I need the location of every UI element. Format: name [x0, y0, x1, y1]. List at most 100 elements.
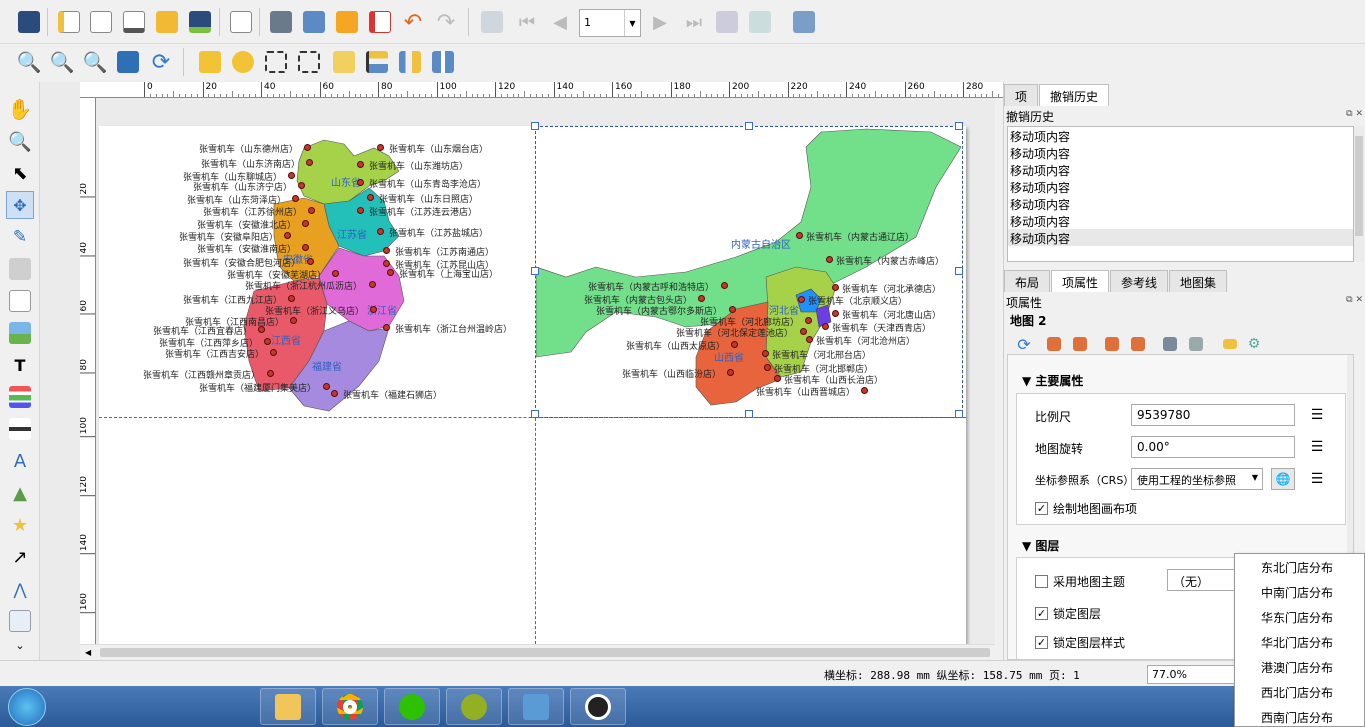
data-defined-icon[interactable]: ☰ — [1305, 436, 1329, 458]
theme-option[interactable]: 西北门店分布 — [1235, 679, 1364, 704]
next-feature-icon[interactable]: ▶ — [646, 8, 674, 36]
add-picture-icon[interactable] — [6, 319, 34, 347]
layout-manager-icon[interactable] — [120, 8, 148, 36]
lock-styles-checkbox[interactable]: ✓ — [1035, 636, 1048, 649]
more-tools-icon[interactable]: ⌄ — [6, 635, 34, 655]
export-image-icon[interactable] — [300, 8, 328, 36]
tab-item-properties[interactable]: 项属性 — [1051, 270, 1110, 292]
rotation-spinbox[interactable]: 0.00° — [1131, 436, 1295, 458]
add-node-icon[interactable]: ⋀ — [6, 575, 34, 603]
map-item-2[interactable]: 内蒙古自治区 河北省 山西省 张雪机车（内蒙古通辽店） 张雪机车（内蒙古赤峰店）张… — [531, 122, 963, 418]
scale-input[interactable]: 9539780 — [1131, 404, 1295, 426]
use-theme-checkbox[interactable] — [1035, 575, 1048, 588]
add-arrow-icon[interactable]: ↗ — [6, 543, 34, 571]
settings-icon[interactable] — [1184, 332, 1208, 356]
zoom-out-icon[interactable]: 🔍 — [48, 48, 76, 76]
add-html-icon[interactable] — [6, 607, 34, 635]
resize-icon[interactable] — [429, 48, 457, 76]
scroll-thumb[interactable] — [1355, 136, 1363, 236]
history-item[interactable]: 移动项内容 — [1008, 127, 1353, 144]
history-item[interactable]: 移动项内容 — [1008, 212, 1353, 229]
panel-controls[interactable]: ⧉ ✕ — [1346, 109, 1363, 119]
bookmark-icon[interactable] — [1100, 332, 1124, 356]
history-item[interactable]: 移动项内容 — [1008, 161, 1353, 178]
undo-icon[interactable]: ↶ — [399, 8, 427, 36]
add-legend-icon[interactable] — [6, 383, 34, 411]
ungroup-icon[interactable] — [295, 48, 323, 76]
print-icon[interactable] — [267, 8, 295, 36]
move-content-icon[interactable]: ✥ — [6, 191, 34, 219]
prev-feature-icon[interactable]: ◀ — [546, 8, 574, 36]
tab-guides[interactable]: 参考线 — [1110, 270, 1169, 292]
resize-handle[interactable] — [955, 122, 963, 130]
tab-atlas[interactable]: 地图集 — [1169, 270, 1228, 292]
data-defined-icon[interactable]: ☰ — [1305, 468, 1329, 490]
history-item[interactable]: 移动项内容 — [1008, 229, 1353, 246]
gear-icon[interactable]: ⚙ — [1242, 332, 1266, 356]
theme-option[interactable]: 东北门店分布 — [1235, 554, 1364, 579]
add-scalebar-icon[interactable] — [6, 415, 34, 443]
chevron-down-icon[interactable]: ▼ — [624, 10, 640, 36]
layout-canvas[interactable]: 0204060801001201401601802002202402602803… — [40, 82, 1024, 660]
resize-handle[interactable] — [745, 122, 753, 130]
align-icon[interactable] — [363, 48, 391, 76]
tab-layout[interactable]: 布局 — [1004, 270, 1051, 292]
qq-icon[interactable] — [570, 688, 626, 725]
add-3d-icon[interactable] — [6, 255, 34, 283]
undo-history-list[interactable]: 移动项内容 移动项内容 移动项内容 移动项内容 移动项内容 移动项内容 移动项内容 — [1007, 126, 1354, 262]
add-north-arrow-icon[interactable]: A — [6, 447, 34, 475]
select-icon[interactable]: ⬉ — [6, 159, 34, 187]
chrome-icon[interactable] — [322, 688, 378, 725]
resize-handle[interactable] — [531, 122, 539, 130]
save-icon[interactable] — [15, 8, 43, 36]
theme-option[interactable]: 港澳门店分布 — [1235, 654, 1364, 679]
new-layout-icon[interactable] — [55, 8, 83, 36]
tab-items[interactable]: 项 — [1004, 84, 1039, 106]
export-atlas-icon[interactable] — [746, 8, 774, 36]
atlas-settings-icon[interactable] — [790, 8, 818, 36]
open-template-icon[interactable] — [153, 8, 181, 36]
theme-dropdown-list[interactable]: 东北门店分布 中南门店分布 华东门店分布 华北门店分布 港澳门店分布 西北门店分布 西南门店… — [1234, 553, 1365, 727]
export-svg-icon[interactable] — [333, 8, 361, 36]
layers-icon[interactable] — [1158, 332, 1182, 356]
refresh-icon[interactable]: ⟳ — [1012, 332, 1036, 356]
add-marker-icon[interactable]: ★ — [6, 511, 34, 539]
print-atlas-icon[interactable] — [713, 8, 741, 36]
data-defined-icon[interactable]: ☰ — [1305, 404, 1329, 426]
save-template-icon[interactable] — [186, 8, 214, 36]
add-label-icon[interactable]: T — [6, 351, 34, 379]
file-explorer-icon[interactable] — [260, 688, 316, 725]
guide-line[interactable] — [99, 417, 966, 418]
set-extent-icon[interactable] — [1042, 332, 1066, 356]
atlas-preview-icon[interactable] — [478, 8, 506, 36]
resize-handle[interactable] — [531, 267, 539, 275]
zoom-100-icon[interactable]: 🔍 — [81, 48, 109, 76]
resize-handle[interactable] — [955, 267, 963, 275]
section-main-properties[interactable]: ▼ 主要属性 — [1022, 372, 1083, 389]
vertical-ruler[interactable]: 20406080100120140160180200 — [80, 98, 96, 644]
wechat-icon[interactable] — [384, 688, 440, 725]
crs-picker-icon[interactable]: 🌐 — [1271, 468, 1295, 490]
theme-option[interactable]: 中南门店分布 — [1235, 579, 1364, 604]
draw-canvas-items-checkbox[interactable]: ✓ — [1035, 502, 1048, 515]
history-scrollbar[interactable] — [1354, 126, 1364, 262]
start-button[interactable] — [8, 688, 46, 726]
bookmark-view-icon[interactable] — [1126, 332, 1150, 356]
last-feature-icon[interactable]: ⏭ — [680, 8, 708, 36]
theme-option[interactable]: 华东门店分布 — [1235, 604, 1364, 629]
redo-icon[interactable]: ↷ — [432, 8, 460, 36]
history-item[interactable]: 移动项内容 — [1008, 195, 1353, 212]
image-viewer-icon[interactable] — [508, 688, 564, 725]
section-layers[interactable]: ▼ 图层 — [1022, 537, 1059, 554]
history-item[interactable]: 移动项内容 — [1008, 144, 1353, 161]
theme-option[interactable]: 西南门店分布 — [1235, 704, 1364, 727]
page-setup-icon[interactable] — [227, 8, 255, 36]
zoom-full-icon[interactable] — [114, 48, 142, 76]
zoom-combo[interactable]: 77.0% — [1147, 665, 1237, 684]
panel-controls[interactable]: ⧉ ✕ — [1346, 295, 1363, 305]
raise-icon[interactable] — [330, 48, 358, 76]
view-extent-icon[interactable] — [1068, 332, 1092, 356]
qgis-icon[interactable] — [446, 688, 502, 725]
zoom-tool-icon[interactable]: 🔍 — [6, 127, 34, 155]
duplicate-layout-icon[interactable] — [87, 8, 115, 36]
